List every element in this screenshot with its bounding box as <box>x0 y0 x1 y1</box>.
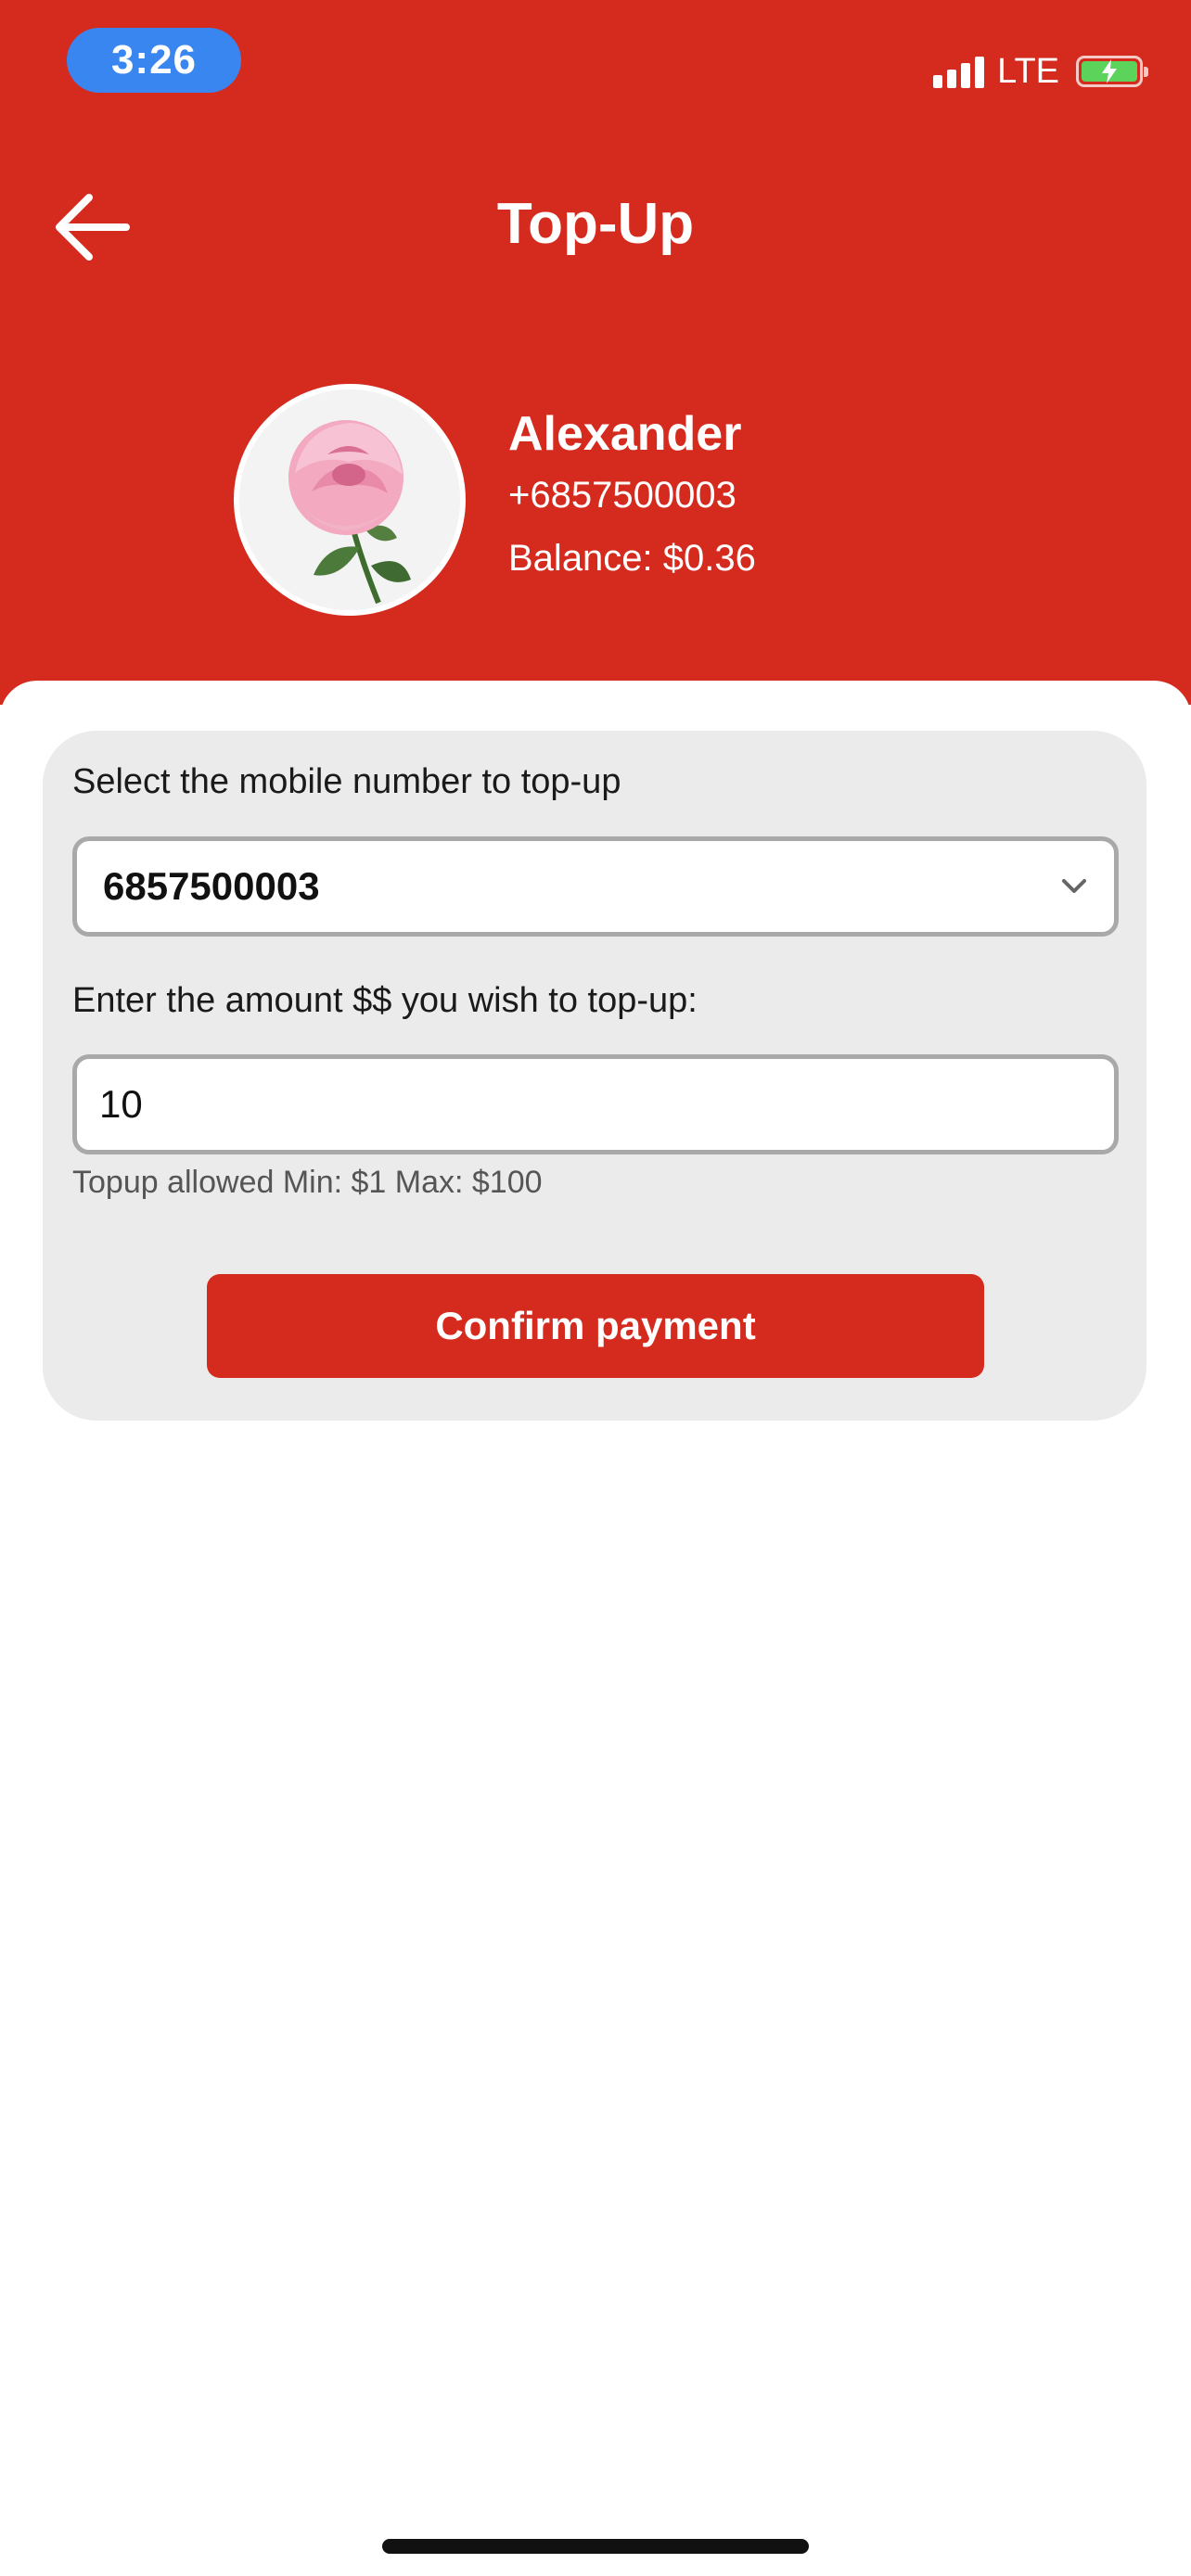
status-icons: LTE <box>933 48 1148 95</box>
confirm-payment-button[interactable]: Confirm payment <box>207 1274 984 1378</box>
profile-balance: Balance: $0.36 <box>508 538 756 579</box>
select-number-label: Select the mobile number to top-up <box>72 762 621 801</box>
battery-icon <box>1076 56 1148 87</box>
home-indicator[interactable] <box>382 2539 809 2554</box>
avatar <box>234 384 466 616</box>
header: 3:26 LTE Top-Up Alexander +6857500003 Ba… <box>0 0 1191 705</box>
profile-name: Alexander <box>508 407 742 461</box>
signal-icon <box>933 55 985 88</box>
amount-label: Enter the amount $$ you wish to top-up: <box>72 981 698 1020</box>
status-time: 3:26 <box>67 28 241 93</box>
network-type: LTE <box>997 51 1059 91</box>
page-title: Top-Up <box>496 192 695 256</box>
amount-hint: Topup allowed Min: $1 Max: $100 <box>72 1165 543 1200</box>
amount-input[interactable] <box>99 1082 1092 1127</box>
amount-field-wrapper <box>72 1054 1119 1154</box>
profile-phone: +6857500003 <box>508 475 736 516</box>
mobile-number-select[interactable]: 6857500003 <box>72 836 1119 937</box>
chevron-down-icon <box>1062 879 1086 893</box>
selected-number: 6857500003 <box>103 864 320 908</box>
rose-avatar-icon <box>239 389 460 610</box>
